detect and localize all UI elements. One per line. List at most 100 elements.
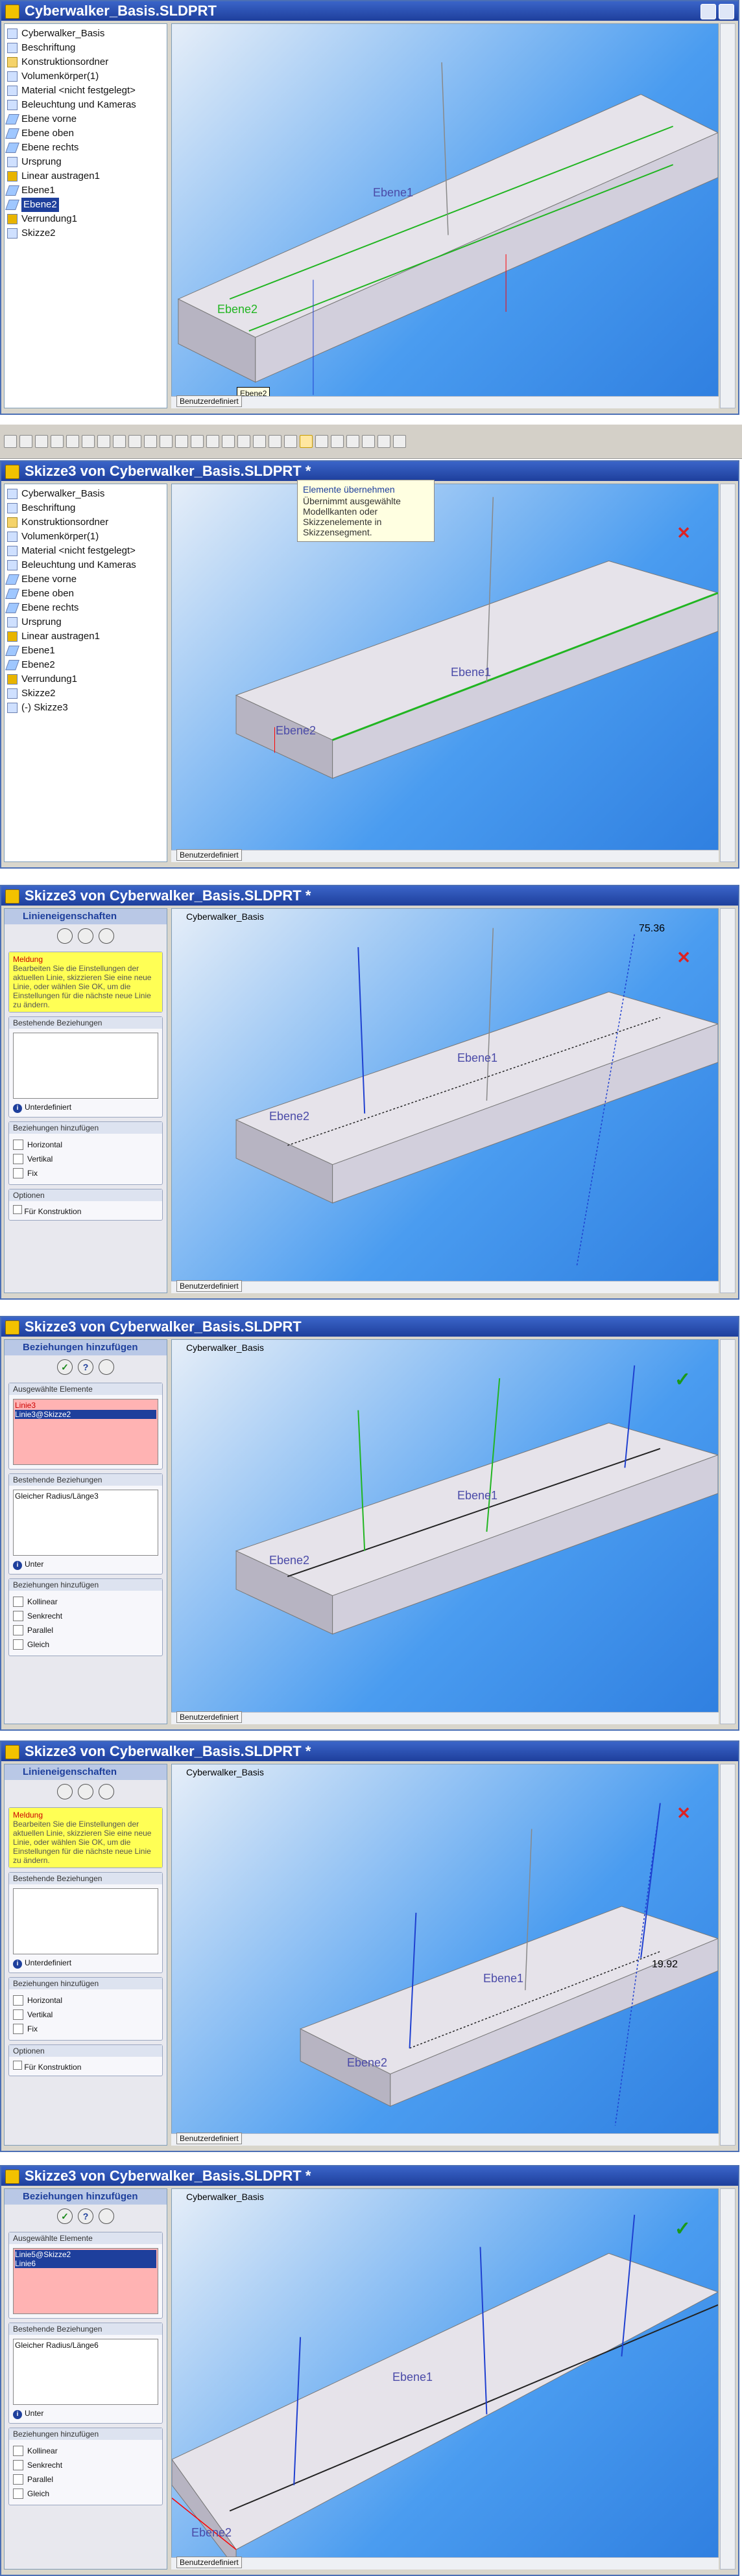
relation-button[interactable]: Gleich [13,2487,158,2501]
toolbar-button[interactable] [362,435,375,448]
tree-item[interactable]: Linear austragen1 [7,169,164,183]
toolbar-button[interactable] [315,435,328,448]
tree-item[interactable]: Material <nicht festgelegt> [7,544,164,558]
ok-button[interactable] [57,1784,73,1799]
tree-item[interactable]: Verrundung1 [7,672,164,686]
vertical-scrollbar[interactable] [720,2188,736,2570]
tree-item[interactable]: Material <nicht festgelegt> [7,84,164,98]
confirm-checkmark-icon[interactable]: ✓ [675,1368,691,1391]
relation-button[interactable]: Vertikal [13,1152,158,1166]
relation-item[interactable]: Gleicher Radius/Länge6 [15,2341,156,2350]
existing-relations-list[interactable]: Gleicher Radius/Länge3 [13,1490,158,1556]
toolbar-button[interactable] [393,435,406,448]
horizontal-scrollbar[interactable] [171,2133,719,2146]
add-relations-header[interactable]: Beziehungen hinzufügen [9,1579,162,1591]
toolbar-button[interactable] [160,435,173,448]
toolbar-button[interactable] [269,435,281,448]
toolbar-button[interactable] [51,435,64,448]
add-relations-header[interactable]: Beziehungen hinzufügen [9,1122,162,1134]
graphics-area[interactable]: Cyberwalker_Basis Ebene1 Ebene2 ✓ [171,1339,719,1724]
exit-sketch-icon[interactable]: ✕ [676,523,691,543]
vertical-scrollbar[interactable] [720,23,736,408]
toolbar-button[interactable] [35,435,48,448]
tree-item[interactable]: Ebene oben [5,587,164,601]
relation-button[interactable]: Horizontal [13,1138,158,1152]
options-header[interactable]: Optionen [9,2045,162,2057]
maximize-button[interactable] [719,4,734,19]
selected-entity[interactable]: Linie3 [15,1401,156,1410]
toolbar-button[interactable] [66,435,79,448]
selected-entity[interactable]: Linie3@Skizze2 [15,1410,156,1419]
toolbar-button[interactable] [128,435,141,448]
tree-item[interactable]: Ebene rechts [5,141,164,155]
tree-item[interactable]: Beleuchtung und Kameras [7,558,164,572]
tree-item[interactable]: Skizze2 [7,686,164,701]
minimize-button[interactable] [700,4,716,19]
toolbar-button[interactable] [113,435,126,448]
relation-button[interactable]: Parallel [13,2472,158,2487]
toolbar-button[interactable] [284,435,297,448]
tree-item[interactable]: Ursprung [7,615,164,629]
selected-entities-list[interactable]: Linie5@Skizze2 Linie6 [13,2248,158,2314]
existing-relations-header[interactable]: Bestehende Beziehungen [9,1873,162,1884]
relation-button[interactable]: Senkrecht [13,1609,158,1623]
toolbar-button[interactable] [222,435,235,448]
existing-relations-header[interactable]: Bestehende Beziehungen [9,1474,162,1486]
selected-entity[interactable]: Linie6 [15,2259,156,2268]
existing-relations-list[interactable] [13,1033,158,1099]
relation-button[interactable]: Parallel [13,1623,158,1637]
relation-button[interactable]: Horizontal [13,1993,158,2008]
tree-item[interactable]: Ebene oben [5,126,164,141]
view-orientation-dropdown[interactable]: Benutzerdefiniert [176,1280,242,1292]
view-orientation-dropdown[interactable]: Benutzerdefiniert [176,2557,242,2568]
tree-item[interactable]: Verrundung1 [7,212,164,226]
selected-entities-header[interactable]: Ausgewählte Elemente [9,1383,162,1395]
graphics-area[interactable]: Cyberwalker_Basis Ebene1 Ebene2 19.92 ✕ [171,1764,719,2146]
toolbar-button[interactable] [253,435,266,448]
horizontal-scrollbar[interactable] [171,2557,719,2570]
relation-button[interactable]: Gleich [13,1637,158,1652]
selected-entities-header[interactable]: Ausgewählte Elemente [9,2232,162,2244]
tree-item[interactable]: Konstruktionsordner [7,55,164,69]
tree-item[interactable]: Volumenkörper(1) [7,69,164,84]
view-orientation-dropdown[interactable]: Benutzerdefiniert [176,1711,242,1723]
pushpin-button[interactable] [99,2208,114,2224]
pushpin-button[interactable] [99,1359,114,1375]
existing-relations-header[interactable]: Bestehende Beziehungen [9,2323,162,2335]
tree-item[interactable]: Ebene2 [5,198,164,212]
tree-item[interactable]: Skizze2 [7,226,164,240]
relation-button[interactable]: Vertikal [13,2008,158,2022]
toolbar-button[interactable] [4,435,17,448]
view-orientation-dropdown[interactable]: Benutzerdefiniert [176,2133,242,2144]
relation-button[interactable]: Senkrecht [13,2458,158,2472]
exit-sketch-icon[interactable]: ✕ [676,948,691,968]
graphics-area[interactable]: Cyberwalker_Basis Ebene1 Ebene2 ✓ [171,2188,719,2570]
vertical-scrollbar[interactable] [720,1339,736,1724]
horizontal-scrollbar[interactable] [171,1281,719,1293]
help-button[interactable]: ? [78,2208,93,2224]
tree-item[interactable]: Beschriftung [7,41,164,55]
relation-button[interactable]: Fix [13,2022,158,2036]
graphics-area[interactable]: Cyberwalker_Basis Ebene1 Ebene2 75.36 ✕ [171,908,719,1293]
ok-button[interactable]: ✓ [57,2208,73,2224]
options-header[interactable]: Optionen [9,1189,162,1201]
relation-button[interactable]: Kollinear [13,1595,158,1609]
cancel-button[interactable] [78,928,93,944]
graphics-area[interactable]: Ebene1 Ebene2 Ebene2 [171,23,719,408]
selected-entity[interactable]: Linie5@Skizze2 [15,2250,156,2259]
toolbar-button[interactable] [237,435,250,448]
toolbar-button[interactable] [346,435,359,448]
toolbar-button[interactable] [191,435,204,448]
toolbar-button[interactable] [97,435,110,448]
for-construction-checkbox[interactable] [13,2061,22,2070]
ok-button[interactable] [57,928,73,944]
cancel-button[interactable] [78,1784,93,1799]
help-button[interactable]: ? [78,1359,93,1375]
convert-entities-button[interactable] [300,435,313,448]
add-relations-header[interactable]: Beziehungen hinzufügen [9,1978,162,1989]
confirm-checkmark-icon[interactable]: ✓ [675,2218,691,2240]
existing-relations-list[interactable] [13,1888,158,1954]
tree-item[interactable]: Beleuchtung und Kameras [7,98,164,112]
vertical-scrollbar[interactable] [720,908,736,1293]
relation-button[interactable]: Kollinear [13,2444,158,2458]
